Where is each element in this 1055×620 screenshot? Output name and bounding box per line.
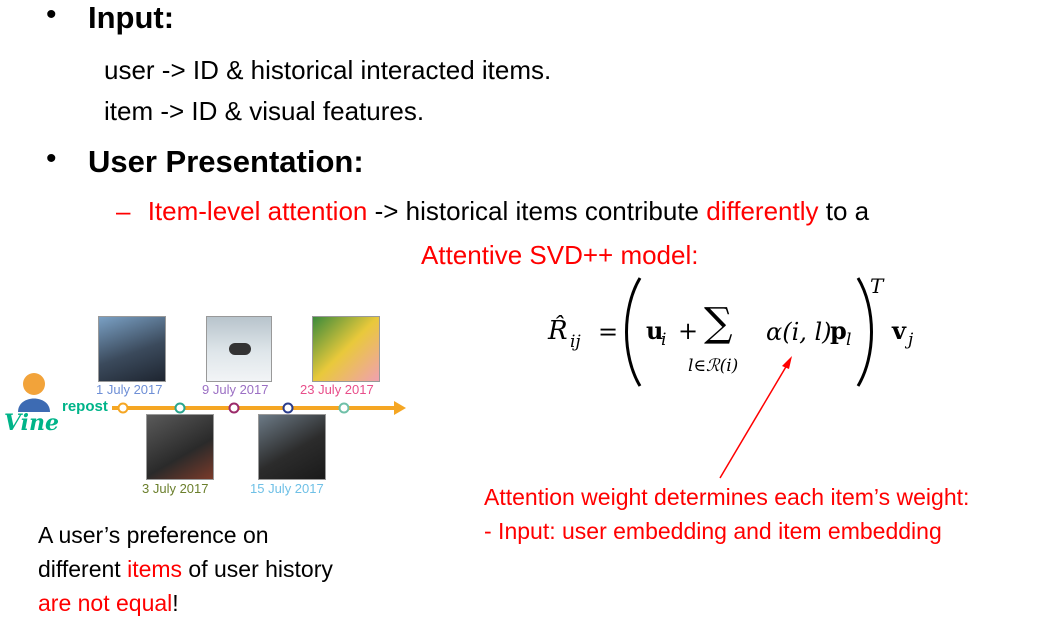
- u-sub: i: [661, 330, 667, 350]
- user-avatar-icon: [18, 373, 50, 412]
- left-paren: [625, 277, 642, 387]
- caption-line-1: A user’s preference on: [38, 522, 269, 548]
- vine-logo: Vine: [4, 410, 60, 436]
- caption-line-2: different items of user history: [38, 556, 333, 582]
- to-a-text: to a: [818, 196, 870, 226]
- caption-line-3: are not equal!: [38, 590, 179, 616]
- date-label: 15 July 2017: [250, 481, 324, 496]
- video-thumbnail: [206, 316, 272, 382]
- video-thumbnail: [98, 316, 166, 382]
- p-sub: l: [846, 330, 852, 350]
- input-heading: Input:: [88, 0, 175, 35]
- annotation-line-2: - Input: user embedding and item embeddi…: [484, 518, 942, 544]
- input-line-user: user -> ID & historical interacted items…: [104, 55, 552, 85]
- model-title: Attentive SVD++ model:: [421, 240, 699, 270]
- r-hat-sub: ij: [570, 332, 581, 352]
- item-level-attention-text: Item-level attention: [147, 196, 368, 226]
- timeline-node: [117, 402, 129, 414]
- v-sub: j: [908, 330, 914, 350]
- annotation-line-1: Attention weight determines each item’s …: [484, 484, 970, 510]
- date-label: 3 July 2017: [142, 481, 209, 496]
- historical-items-text: -> historical items contribute: [367, 196, 707, 226]
- plus-sign: +: [678, 317, 699, 345]
- differently-text: differently: [706, 196, 819, 226]
- bullet-dot: •: [46, 0, 57, 31]
- r-hat: R̂: [548, 316, 568, 346]
- timeline-node: [174, 402, 186, 414]
- video-thumbnail: [146, 414, 214, 480]
- timeline-node: [282, 402, 294, 414]
- date-label: 9 July 2017: [202, 382, 269, 397]
- input-line-item: item -> ID & visual features.: [104, 96, 425, 126]
- preference-caption: A user’s preference on different items o…: [38, 518, 333, 620]
- annotation-arrow: [719, 356, 792, 479]
- dash: –: [116, 196, 131, 226]
- transpose-sup: T: [870, 274, 884, 298]
- date-label: 1 July 2017: [96, 382, 163, 397]
- video-thumbnail: [258, 414, 326, 480]
- attention-line: – Item-level attention -> historical ite…: [116, 196, 869, 227]
- equals-sign: =: [598, 318, 619, 346]
- user-presentation-heading: User Presentation:: [88, 144, 364, 179]
- bullet-dot: •: [46, 142, 57, 175]
- p-vector: p: [830, 316, 847, 345]
- timeline-node: [228, 402, 240, 414]
- timeline-figure: Vine repost 1 July 2017 9 July 2017 23 J…: [0, 310, 420, 500]
- date-label: 23 July 2017: [300, 382, 374, 397]
- sum-symbol: ∑: [704, 300, 733, 346]
- v-vector: v: [892, 316, 906, 345]
- video-thumbnail: [312, 316, 380, 382]
- alpha-term: α(i, l): [766, 318, 832, 346]
- repost-label: repost: [62, 398, 108, 415]
- timeline-node: [338, 402, 350, 414]
